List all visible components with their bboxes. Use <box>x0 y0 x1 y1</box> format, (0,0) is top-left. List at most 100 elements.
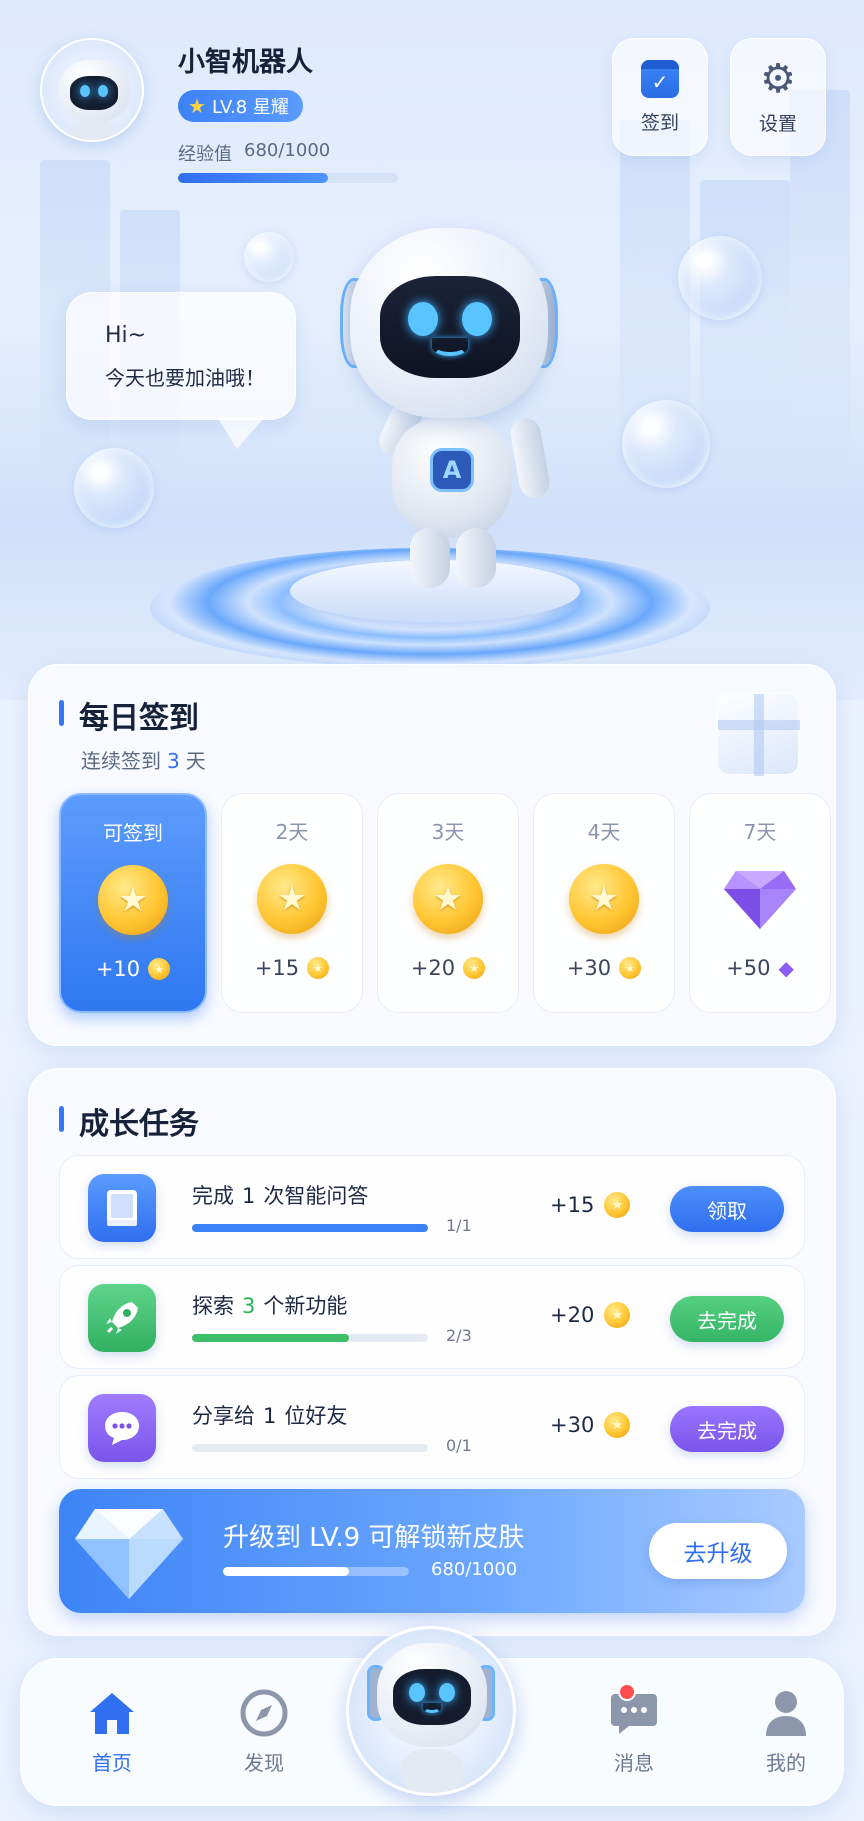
center-robot-body <box>401 1749 463 1793</box>
speech-bubble: Hi~ 今天也要加油哦！ <box>66 292 296 449</box>
task-reward: +15 ★ <box>550 1192 631 1218</box>
robot-assistant-button[interactable] <box>346 1626 516 1796</box>
task-name-b: 次智能问答 <box>263 1184 369 1208</box>
book-svg <box>107 1190 137 1226</box>
coin-icon: ★ <box>604 1192 631 1218</box>
day-reward-value: +30 <box>566 956 612 980</box>
day-reward: +50 ◆ <box>726 956 794 980</box>
go-complete-button[interactable]: 去完成 <box>670 1296 784 1342</box>
coin-icon: ★ <box>307 957 330 979</box>
checkin-days: 可签到 ★ +10 ★ 2天 ★ +15 ★ 3天 ★ +20 ★ 4天 ★ +30 ★… <box>59 793 831 1013</box>
home-icon <box>86 1687 138 1739</box>
coin-icon: ★ <box>413 864 483 934</box>
nav-discover-label: 发现 <box>244 1751 284 1775</box>
checkin-button[interactable]: 签到 <box>612 38 708 156</box>
task-reward-value: +15 <box>550 1193 595 1217</box>
experience-value: 680/1000 <box>244 140 331 161</box>
chat-svg <box>105 1412 139 1445</box>
coin-icon: ★ <box>604 1412 631 1438</box>
robot-leg <box>456 528 496 588</box>
diamond-icon <box>722 864 798 934</box>
checkin-day-4[interactable]: 4天 ★ +30 ★ <box>533 793 675 1013</box>
nav-mine[interactable]: 我的 <box>731 1687 841 1776</box>
day-label: 3天 <box>431 820 465 844</box>
task-progress-fill <box>192 1224 428 1232</box>
checkin-title: 每日签到 <box>59 693 199 737</box>
go-complete-button[interactable]: 去完成 <box>670 1406 784 1452</box>
task-progress-bar <box>192 1444 428 1452</box>
avatar[interactable] <box>40 38 144 142</box>
streak-prefix: 连续签到 <box>81 749 161 773</box>
day-reward: +20 ★ <box>411 956 486 980</box>
checkin-day-7[interactable]: 7天 +50 ◆ <box>689 793 831 1013</box>
task-name-b: 位好友 <box>284 1404 348 1428</box>
nav-messages-label: 消息 <box>614 1751 654 1775</box>
tasks-title: 成长任务 <box>59 1099 199 1143</box>
task-reward: +20 ★ <box>550 1302 631 1328</box>
task-progress-text: 1/1 <box>446 1216 472 1235</box>
gift-icon <box>717 693 800 776</box>
robot-eye <box>462 302 492 336</box>
floating-bubble <box>74 448 154 528</box>
day-reward: +30 ★ <box>566 956 642 980</box>
daily-checkin-card: 每日签到 连续签到 3 天 可签到 ★ +10 ★ 2天 ★ +15 ★ 3天 ★ +2… <box>28 664 836 1046</box>
day-reward-value: +10 <box>95 957 141 981</box>
home-svg <box>90 1693 134 1734</box>
task-progress-text: 0/1 <box>446 1436 472 1455</box>
checkin-streak: 连续签到 3 天 <box>81 745 206 774</box>
avatar-robot-face <box>70 76 118 110</box>
coin-icon: ★ <box>619 957 642 979</box>
book-icon <box>88 1174 156 1242</box>
upgrade-button[interactable]: 去升级 <box>649 1523 787 1579</box>
checkin-day-3[interactable]: 3天 ★ +20 ★ <box>377 793 519 1013</box>
center-robot-face <box>393 1669 471 1725</box>
calendar-check-icon <box>641 59 679 98</box>
center-robot-eye <box>409 1683 425 1702</box>
task-progress-bar <box>192 1334 428 1342</box>
settings-button[interactable]: ⚙ 设置 <box>730 38 826 156</box>
robot-face <box>380 276 520 378</box>
nav-messages[interactable]: 消息 <box>579 1683 689 1776</box>
experience-progress-fill <box>178 173 328 183</box>
streak-suffix: 天 <box>185 749 206 773</box>
day-reward-value: +15 <box>254 956 300 980</box>
notification-badge <box>618 1683 636 1701</box>
upgrade-progress-text: 680/1000 <box>431 1559 518 1580</box>
compass-icon <box>238 1687 290 1739</box>
coin-icon: ★ <box>257 864 327 934</box>
robot-arm <box>508 416 552 500</box>
day-label: 4天 <box>587 820 621 844</box>
compass-svg <box>240 1689 288 1737</box>
center-robot-eye <box>439 1683 455 1702</box>
floating-bubble <box>244 232 294 282</box>
task-item: 完成 1 次智能问答 1/1 +15 ★ 领取 <box>59 1155 805 1259</box>
floating-bubble <box>622 400 710 488</box>
nav-home[interactable]: 首页 <box>57 1687 167 1776</box>
user-name: 小智机器人 <box>178 47 313 78</box>
task-name-a: 分享给 <box>192 1404 255 1428</box>
day-reward: +10 ★ <box>95 957 171 981</box>
center-robot-head <box>377 1643 487 1747</box>
avatar-robot-head <box>58 60 130 122</box>
upgrade-progress-fill <box>223 1567 350 1576</box>
task-name-number: 1 <box>263 1404 277 1428</box>
day-label: 7天 <box>743 820 777 844</box>
star-icon: ★ <box>188 94 206 118</box>
streak-days: 3 <box>167 749 180 773</box>
user-icon <box>760 1687 812 1739</box>
task-name: 完成 1 次智能问答 <box>192 1180 368 1210</box>
task-reward-value: +30 <box>550 1413 595 1437</box>
growth-tasks-card: 成长任务 完成 1 次智能问答 1/1 +15 ★ 领取 探索 3 个新功能 2/3 +2… <box>28 1068 836 1636</box>
nav-discover[interactable]: 发现 <box>209 1687 319 1776</box>
coin-icon: ★ <box>463 957 486 979</box>
checkin-day-2[interactable]: 2天 ★ +15 ★ <box>221 793 363 1013</box>
speech-line-2: 今天也要加油哦！ <box>105 366 265 390</box>
checkin-day-1[interactable]: 可签到 ★ +10 ★ <box>59 793 207 1013</box>
robot-body: A <box>392 418 512 538</box>
claim-button[interactable]: 领取 <box>670 1186 784 1232</box>
level-badge: ★ LV.8 星耀 <box>178 90 303 122</box>
day-reward-value: +50 <box>726 956 771 980</box>
upgrade-banner: 升级到 LV.9 可解锁新皮肤 680/1000 去升级 <box>59 1489 805 1613</box>
robot-mascot: A <box>320 228 580 608</box>
robot-eye <box>408 302 438 336</box>
